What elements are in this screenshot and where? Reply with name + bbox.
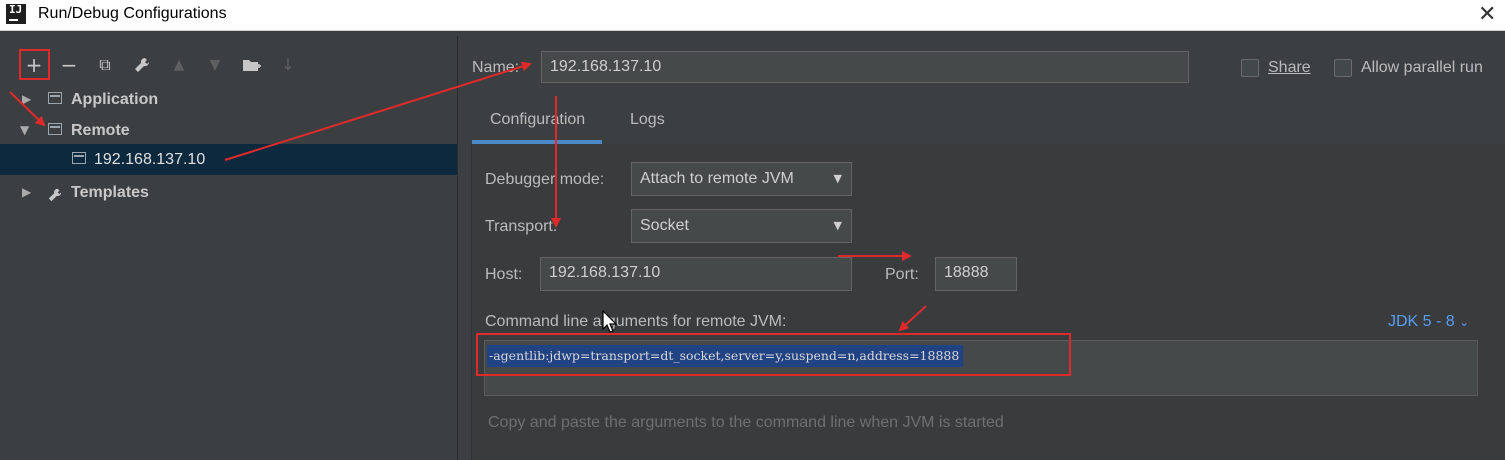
chevron-down-icon: ⌄ — [1459, 315, 1470, 329]
share-label[interactable]: Share — [1268, 59, 1311, 77]
jdk-version-value: JDK 5 - 8 — [1388, 313, 1455, 330]
close-icon[interactable]: ✕ — [1478, 2, 1496, 27]
remote-icon — [48, 123, 62, 135]
transport-value: Socket — [640, 217, 689, 234]
intellij-logo-icon: IJ — [6, 4, 26, 24]
host-label: Host: — [485, 266, 523, 283]
command-line-hint: Copy and paste the arguments to the comm… — [488, 414, 1004, 431]
tree-item-remote-config[interactable]: 192.168.137.10 — [0, 144, 457, 175]
tab-configuration[interactable]: Configuration — [490, 111, 585, 129]
tree-item-remote[interactable]: ▼ Remote — [0, 115, 457, 146]
chevron-down-icon: ▼ — [833, 219, 842, 232]
tree-item-templates[interactable]: ▶ Templates — [0, 177, 457, 208]
transport-label: Transport: — [485, 218, 558, 235]
remote-config-icon — [72, 152, 86, 164]
tree-item-label: Templates — [71, 184, 149, 201]
host-input[interactable]: 192.168.137.10 — [540, 257, 852, 291]
chevron-down-icon: ▼ — [833, 172, 842, 185]
title-bar: IJ Run/Debug Configurations ✕ — [0, 0, 1505, 31]
wrench-icon — [47, 183, 63, 214]
annotation-box-command — [476, 333, 1071, 376]
debugger-mode-value: Attach to remote JVM — [640, 170, 794, 187]
mouse-cursor-icon — [602, 309, 618, 339]
create-folder-icon[interactable] — [240, 51, 264, 79]
name-label: Name: — [472, 59, 520, 76]
allow-parallel-run-label[interactable]: Allow parallel run — [1361, 59, 1483, 77]
copy-configuration-icon[interactable]: ⧉ — [94, 51, 116, 79]
port-label: Port: — [885, 266, 919, 283]
tree-item-label: 192.168.137.10 — [94, 151, 206, 168]
splitter[interactable] — [457, 36, 458, 460]
move-up-icon[interactable]: ▲ — [168, 51, 190, 79]
expand-arrow-icon[interactable]: ▶ — [22, 177, 31, 208]
expand-arrow-icon[interactable]: ▶ — [22, 84, 31, 115]
jdk-version-dropdown[interactable]: JDK 5 - 8 ⌄ — [1388, 313, 1469, 331]
collapse-arrow-icon[interactable]: ▼ — [20, 115, 29, 146]
allow-parallel-run-checkbox[interactable] — [1334, 59, 1352, 77]
remove-configuration-icon[interactable]: − — [58, 51, 80, 79]
tree-item-label: Remote — [71, 122, 130, 139]
port-input[interactable]: 18888 — [935, 257, 1017, 291]
move-down-icon[interactable]: ▼ — [204, 51, 226, 79]
command-line-label: Command line arguments for remote JVM: — [485, 313, 787, 330]
name-input[interactable]: 192.168.137.10 — [541, 51, 1189, 83]
transport-select[interactable]: Socket ▼ — [631, 209, 852, 243]
tree-item-label: Application — [71, 91, 159, 108]
edit-defaults-wrench-icon[interactable] — [130, 51, 154, 79]
configuration-panel — [471, 144, 1505, 460]
share-checkbox[interactable] — [1241, 59, 1259, 77]
sort-configurations-icon[interactable]: ↓ — [276, 51, 300, 79]
tree-item-application[interactable]: ▶ Application — [0, 84, 457, 115]
window-title: Run/Debug Configurations — [38, 5, 227, 22]
annotation-box-add — [19, 49, 50, 80]
application-icon — [48, 92, 62, 104]
debugger-mode-select[interactable]: Attach to remote JVM ▼ — [631, 162, 852, 196]
debugger-mode-label: Debugger mode: — [485, 171, 605, 188]
tab-logs[interactable]: Logs — [630, 111, 665, 129]
